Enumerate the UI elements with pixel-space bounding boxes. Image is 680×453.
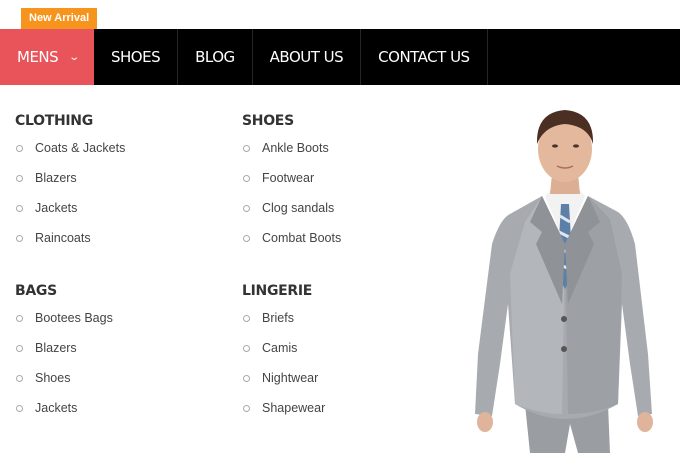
menu-link-label: Footwear <box>262 171 315 185</box>
menu-link[interactable]: Shapewear <box>242 393 325 423</box>
menu-link-label: Shapewear <box>262 401 326 415</box>
menu-link[interactable]: Combat Boots <box>242 223 341 253</box>
menu-section-lingerie: LINGERIE Briefs Camis Nightwear Shapewea… <box>242 281 325 423</box>
bullet-circle-icon <box>16 315 23 322</box>
chevron-down-icon: ⌄ <box>68 51 81 63</box>
menu-link-label: Blazers <box>35 341 77 355</box>
bullet-circle-icon <box>243 315 250 322</box>
bullet-circle-icon <box>243 205 250 212</box>
bullet-circle-icon <box>16 175 23 182</box>
bullet-circle-icon <box>243 235 250 242</box>
section-title: SHOES <box>242 113 294 129</box>
model-image <box>475 110 653 453</box>
menu-link-label: Jackets <box>35 401 78 415</box>
nav-item-contact-us[interactable]: CONTACT US <box>361 29 488 85</box>
menu-link-label: Ankle Boots <box>262 141 329 155</box>
menu-link[interactable]: Nightwear <box>242 363 325 393</box>
menu-link[interactable]: Clog sandals <box>242 193 341 223</box>
menu-link[interactable]: Bootees Bags <box>15 303 113 333</box>
menu-section-clothing: CLOTHING Coats & Jackets Blazers Jackets… <box>15 111 125 253</box>
bullet-circle-icon <box>16 235 23 242</box>
menu-link[interactable]: Blazers <box>15 163 125 193</box>
bullet-circle-icon <box>243 175 250 182</box>
nav-item-mens[interactable]: MENS ⌄ <box>0 29 94 85</box>
section-title: CLOTHING <box>15 113 93 129</box>
nav-item-label: BLOG <box>195 48 235 66</box>
menu-link-label: Raincoats <box>35 231 91 245</box>
menu-link[interactable]: Shoes <box>15 363 113 393</box>
menu-link-label: Shoes <box>35 371 71 385</box>
bullet-circle-icon <box>243 345 250 352</box>
menu-link-label: Jackets <box>35 201 78 215</box>
menu-link[interactable]: Jackets <box>15 393 113 423</box>
nav-item-blog[interactable]: BLOG <box>178 29 253 85</box>
menu-link[interactable]: Briefs <box>242 303 325 333</box>
bullet-circle-icon <box>16 375 23 382</box>
menu-link-label: Bootees Bags <box>35 311 113 325</box>
menu-link[interactable]: Camis <box>242 333 325 363</box>
menu-link[interactable]: Blazers <box>15 333 113 363</box>
nav-item-shoes[interactable]: SHOES <box>94 29 179 85</box>
menu-section-shoes: SHOES Ankle Boots Footwear Clog sandals … <box>242 111 341 253</box>
main-navigation: MENS ⌄ SHOES BLOG ABOUT US CONTACT US <box>0 29 680 85</box>
nav-item-about-us[interactable]: ABOUT US <box>253 29 362 85</box>
bullet-circle-icon <box>243 145 250 152</box>
nav-item-label: CONTACT US <box>378 48 470 66</box>
new-arrival-badge: New Arrival <box>21 8 98 35</box>
section-title: LINGERIE <box>242 283 313 299</box>
menu-section-bags: BAGS Bootees Bags Blazers Shoes Jackets <box>15 281 113 423</box>
menu-link-label: Nightwear <box>262 371 319 385</box>
menu-link-label: Blazers <box>35 171 77 185</box>
nav-item-label: SHOES <box>111 48 161 66</box>
menu-link[interactable]: Coats & Jackets <box>15 133 125 163</box>
menu-link-label: Combat Boots <box>262 231 342 245</box>
nav-item-label: ABOUT US <box>269 48 344 66</box>
section-title: BAGS <box>15 283 57 299</box>
menu-link-label: Briefs <box>262 311 294 325</box>
bullet-circle-icon <box>16 345 23 352</box>
menu-link[interactable]: Footwear <box>242 163 341 193</box>
menu-link[interactable]: Raincoats <box>15 223 125 253</box>
bullet-circle-icon <box>243 405 250 412</box>
bullet-circle-icon <box>16 145 23 152</box>
bullet-circle-icon <box>16 205 23 212</box>
bullet-circle-icon <box>16 405 23 412</box>
nav-item-label: MENS <box>17 48 59 66</box>
menu-link-label: Coats & Jackets <box>35 141 126 155</box>
menu-link[interactable]: Ankle Boots <box>242 133 341 163</box>
menu-link-label: Clog sandals <box>262 201 335 215</box>
menu-link-label: Camis <box>262 341 298 355</box>
menu-link[interactable]: Jackets <box>15 193 125 223</box>
bullet-circle-icon <box>243 375 250 382</box>
